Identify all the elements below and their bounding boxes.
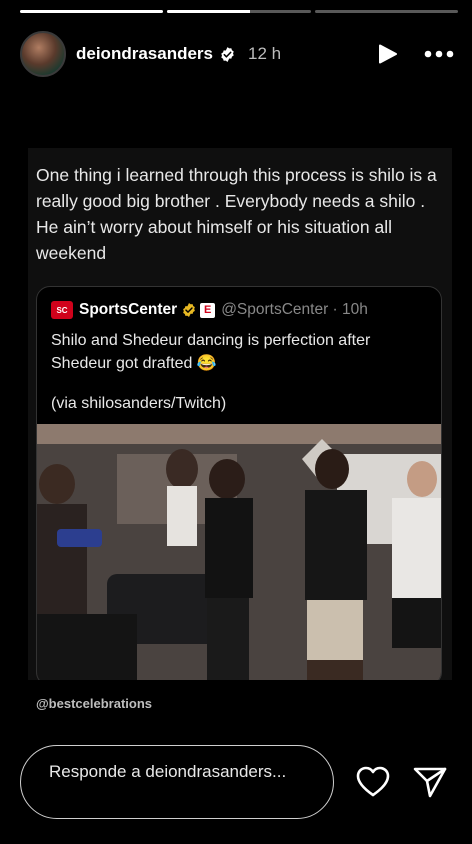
post-text: One thing i learned through this process… [36, 165, 437, 263]
progress-fill [20, 10, 164, 13]
progress-segment-1 [20, 10, 164, 13]
quoted-text: Shilo and Shedeur dancing is perfection … [51, 332, 371, 372]
quoted-author-name: SportsCenter [79, 301, 178, 318]
progress-segment-3 [314, 10, 458, 13]
espn-badge-icon: E [200, 302, 216, 318]
sportscenter-logo-icon: SC [51, 301, 73, 319]
avatar[interactable] [20, 31, 66, 77]
gold-verified-icon [183, 303, 196, 317]
quoted-post-header: SC SportsCenter E @SportsCenter · 10h [51, 301, 431, 319]
reply-input[interactable]: Responde a deiondrasanders... [20, 745, 334, 819]
send-icon[interactable] [413, 766, 447, 798]
username[interactable]: deiondrasanders [76, 44, 213, 64]
quoted-post[interactable]: SC SportsCenter E @SportsCenter · 10h Sh… [36, 286, 442, 680]
story-content[interactable]: One thing i learned through this process… [28, 148, 452, 680]
header-actions [378, 43, 454, 65]
heart-icon[interactable] [356, 766, 390, 798]
video-scene [37, 424, 441, 680]
post-time: 12 h [248, 44, 282, 63]
more-icon[interactable] [424, 50, 454, 58]
quoted-source: (via shilosanders/Twitch) [51, 395, 227, 412]
video-thumbnail[interactable] [37, 424, 441, 680]
story-header: deiondrasanders 12 h [20, 30, 454, 78]
progress-segment-2 [167, 10, 311, 13]
mention-tag[interactable]: @bestcelebrations [36, 696, 152, 711]
play-icon[interactable] [378, 43, 398, 65]
story-progress [20, 10, 458, 14]
quoted-handle: @SportsCenter · 10h [221, 301, 368, 318]
progress-fill [167, 10, 251, 13]
verified-icon [221, 46, 234, 62]
